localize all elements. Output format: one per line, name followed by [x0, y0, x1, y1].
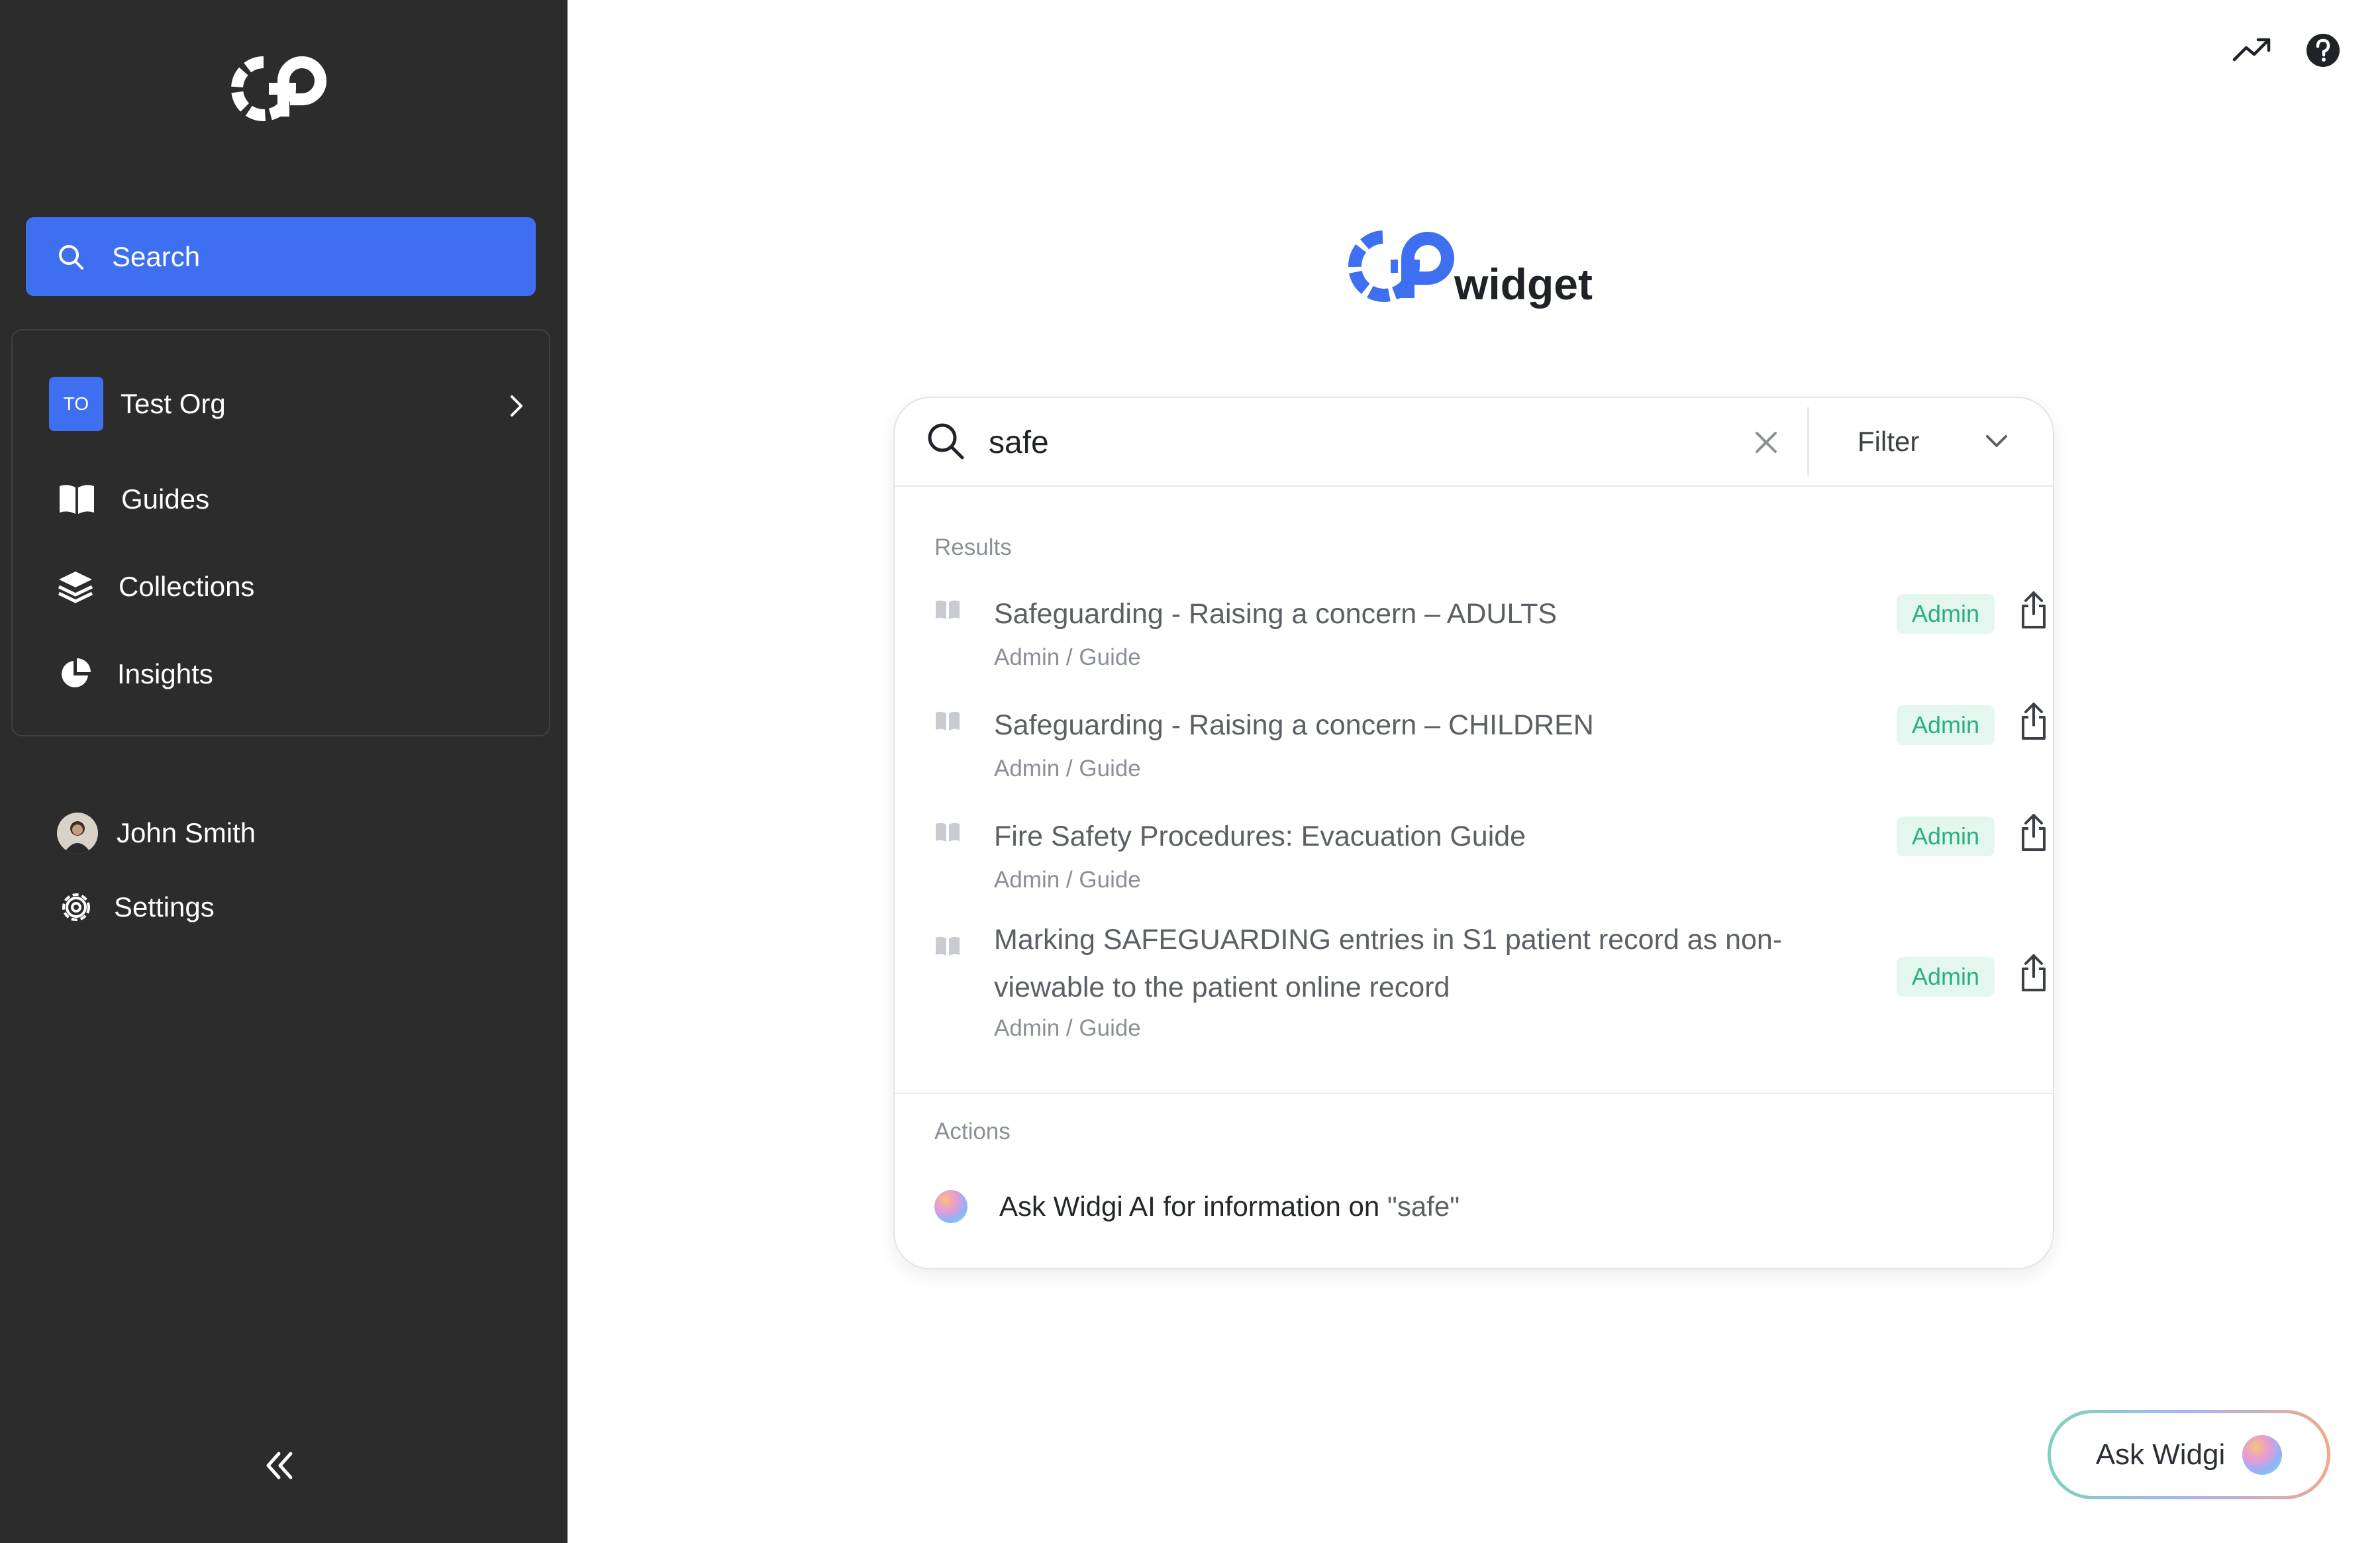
sidebar-item-label: Insights [117, 658, 213, 689]
search-icon [59, 244, 83, 270]
org-badge: TO [49, 377, 103, 431]
person-icon [64, 821, 91, 854]
sidebar-item-label: Collections [119, 571, 255, 602]
search-bar: Filter [895, 398, 2053, 487]
ai-orb-icon [934, 1190, 967, 1223]
sidebar-item-collections[interactable]: Collections [13, 550, 549, 623]
sidebar: Search TO Test Org Guides Collections In… [0, 0, 568, 1543]
gp-logo-icon[interactable] [229, 56, 332, 122]
sidebar-settings[interactable]: Settings [57, 881, 215, 934]
book-icon [936, 936, 960, 956]
result-title: Fire Safety Procedures: Evacuation Guide [994, 821, 1526, 852]
actions-divider [895, 1093, 2053, 1094]
user-name: John Smith [117, 817, 256, 848]
ask-ai-label: Ask Widgi AI for information on "safe" [999, 1191, 1460, 1222]
ask-widgi-inner: Ask Widgi [2051, 1413, 2327, 1496]
book-icon [936, 711, 960, 730]
sidebar-item-label: Guides [121, 483, 210, 515]
result-path: Admin / Guide [994, 756, 1141, 781]
pie-chart-icon [62, 658, 91, 687]
result-title: Safeguarding - Raising a concern – CHILD… [994, 709, 1594, 741]
sidebar-item-org[interactable]: TO Test Org [13, 368, 549, 440]
layers-icon [58, 572, 93, 603]
result-title: Safeguarding - Raising a concern – ADULT… [994, 598, 1558, 630]
help-icon[interactable] [2305, 32, 2342, 69]
logo-wordmark: widget [1454, 260, 1593, 309]
ai-orb-icon [2242, 1434, 2283, 1475]
close-icon[interactable] [1753, 429, 1779, 456]
admin-badge: Admin [1897, 817, 1995, 856]
org-name: Test Org [121, 388, 226, 419]
gp-widget-logo: widget [1348, 230, 1593, 309]
trending-up-icon[interactable] [2232, 32, 2273, 69]
result-path: Admin / Guide [994, 1015, 1141, 1041]
results-heading: Results [934, 534, 1012, 560]
sidebar-item-guides[interactable]: Guides [13, 463, 549, 536]
share-icon[interactable] [2019, 813, 2048, 852]
avatar [57, 813, 98, 854]
gear-icon [62, 893, 90, 921]
book-icon [936, 822, 960, 842]
admin-badge: Admin [1897, 594, 1995, 634]
share-icon[interactable] [2019, 590, 2048, 630]
sidebar-nav: TO Test Org Guides Collections Insights [11, 329, 550, 736]
filter-dropdown[interactable]: Filter [1831, 398, 2043, 485]
admin-badge: Admin [1897, 957, 1995, 997]
search-divider [1807, 407, 1809, 476]
sidebar-search-button[interactable]: Search [26, 217, 536, 296]
book-icon [60, 485, 94, 514]
result-item[interactable]: Marking SAFEGUARDING entries in S1 patie… [921, 916, 2046, 1063]
sidebar-item-insights[interactable]: Insights [13, 638, 549, 711]
search-input[interactable] [987, 418, 1718, 467]
result-title: Marking SAFEGUARDING entries in S1 patie… [994, 924, 1783, 1003]
result-item[interactable]: Fire Safety Procedures: Evacuation Guide… [921, 813, 2046, 912]
book-icon [936, 600, 960, 619]
ask-widgi-button[interactable]: Ask Widgi [2048, 1410, 2330, 1499]
ask-widgi-label: Ask Widgi [2095, 1438, 2226, 1471]
chevron-down-icon [1986, 435, 2007, 447]
ask-ai-prefix: Ask Widgi AI for information on [999, 1191, 1387, 1222]
result-path: Admin / Guide [994, 867, 1141, 893]
result-path: Admin / Guide [994, 644, 1141, 670]
search-icon [928, 423, 964, 460]
result-item[interactable]: Safeguarding - Raising a concern – CHILD… [921, 701, 2046, 801]
collapse-sidebar-icon[interactable] [262, 1447, 299, 1484]
actions-heading: Actions [934, 1119, 1011, 1144]
chevron-right-icon [511, 395, 522, 417]
result-item[interactable]: Safeguarding - Raising a concern – ADULT… [921, 590, 2046, 689]
sidebar-user[interactable]: John Smith [57, 807, 256, 860]
sidebar-search-label: Search [112, 240, 201, 272]
share-icon[interactable] [2019, 701, 2048, 741]
search-panel: Filter Results Safeguarding - Raising a … [893, 397, 2054, 1269]
ask-ai-action[interactable]: Ask Widgi AI for information on "safe" [934, 1183, 1460, 1230]
share-icon[interactable] [2019, 953, 2048, 993]
ask-ai-query: "safe" [1387, 1191, 1460, 1222]
admin-badge: Admin [1897, 705, 1995, 745]
settings-label: Settings [114, 891, 215, 922]
filter-label: Filter [1858, 426, 1920, 457]
